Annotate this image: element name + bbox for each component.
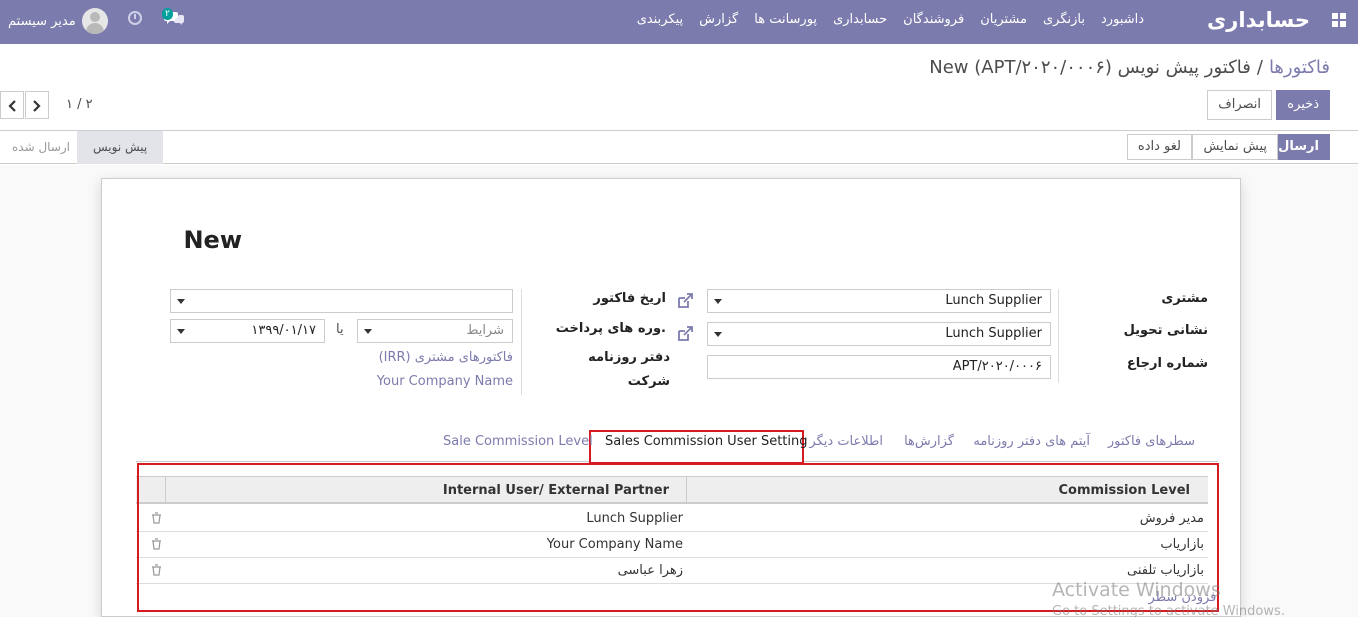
breadcrumb-separator: / bbox=[1256, 57, 1263, 78]
dropdown-caret-icon[interactable] bbox=[364, 329, 372, 334]
menu-item-reporting[interactable]: گزارش bbox=[691, 12, 746, 27]
tab-other-info[interactable]: اطلاعات دیگر bbox=[809, 434, 883, 449]
reference-value: APT/۲۰۲۰/۰۰۰۶ bbox=[952, 359, 1042, 374]
breadcrumb-current: فاکتور پیش نویس (APT/۲۰۲۰/۰۰۰۶) New bbox=[929, 57, 1251, 78]
tab-journal-items[interactable]: آیتم های دفتر روزنامه bbox=[973, 434, 1090, 449]
delivery-address-value: Lunch Supplier bbox=[945, 326, 1042, 341]
reference-field[interactable]: APT/۲۰۲۰/۰۰۰۶ bbox=[707, 355, 1051, 379]
menu-item-review[interactable]: بازنگری bbox=[1035, 12, 1093, 27]
top-navbar: حسابداری داشبورد بازنگری مشتریان فروشندگ… bbox=[0, 0, 1358, 44]
status-draft[interactable]: پیش نویس bbox=[77, 131, 164, 164]
app-brand[interactable]: حسابداری bbox=[1207, 8, 1310, 32]
control-panel: فاکتورها /فاکتور پیش نویس (APT/۲۰۲۰/۰۰۰۶)… bbox=[0, 45, 1358, 131]
menu-item-commissions[interactable]: پورسانت ها bbox=[746, 12, 825, 27]
customer-value: Lunch Supplier bbox=[945, 293, 1042, 308]
dropdown-caret-icon[interactable] bbox=[714, 332, 722, 337]
user-avatar[interactable] bbox=[81, 8, 108, 34]
payment-terms-placeholder: شرایط bbox=[466, 323, 504, 338]
user-menu[interactable]: مدیر سیستم bbox=[8, 8, 108, 34]
pager-next-button[interactable] bbox=[25, 91, 49, 119]
due-date-field[interactable]: ۱۳۹۹/۰۱/۱۷ bbox=[170, 319, 325, 343]
journal-value[interactable]: فاکتورهای مشتری (IRR) bbox=[379, 350, 513, 365]
menu-item-accounting[interactable]: حسابداری bbox=[825, 12, 895, 27]
chat-badge: ۲ bbox=[162, 8, 173, 20]
invoice-date-label: اریخ فاکتور bbox=[593, 291, 666, 306]
journal-label: دفتر روزنامه bbox=[588, 350, 670, 365]
payment-terms-label: .وره های پرداخت bbox=[555, 321, 666, 336]
tab-invoice-lines[interactable]: سطرهای فاکتور bbox=[1108, 434, 1195, 449]
reference-label: شماره ارجاع bbox=[1126, 356, 1208, 371]
payment-terms-field[interactable]: شرایط bbox=[357, 319, 513, 343]
company-label: شرکت bbox=[627, 374, 670, 389]
external-link-icon[interactable] bbox=[676, 292, 694, 310]
menu-item-customers[interactable]: مشتریان bbox=[972, 12, 1035, 27]
cancel-button[interactable]: لغو داده bbox=[1126, 134, 1192, 160]
tab-sales-commission-user-setting[interactable]: Sales Commission User Setting bbox=[605, 434, 808, 449]
save-button[interactable]: ذخیره bbox=[1276, 90, 1330, 120]
customer-field[interactable]: Lunch Supplier bbox=[707, 289, 1051, 313]
delivery-address-label: نشانی تحویل bbox=[1123, 323, 1208, 338]
chat-icon[interactable]: ۲ bbox=[162, 8, 184, 30]
chevron-left-icon bbox=[8, 100, 16, 112]
external-link-icon[interactable] bbox=[676, 325, 694, 343]
company-value[interactable]: Your Company Name bbox=[377, 374, 513, 389]
record-title: New bbox=[183, 226, 242, 254]
windows-activation-watermark: Activate Windows bbox=[1052, 579, 1221, 601]
windows-activation-hint: Go to Settings to activate Windows. bbox=[1052, 604, 1285, 617]
status-sent[interactable]: ارسال شده bbox=[12, 131, 70, 164]
pager-value: ۱ / ۲ bbox=[66, 97, 93, 112]
dropdown-caret-icon[interactable] bbox=[714, 299, 722, 304]
invoice-date-field[interactable] bbox=[170, 289, 513, 313]
due-date-value: ۱۳۹۹/۰۱/۱۷ bbox=[251, 323, 316, 338]
menu-item-vendors[interactable]: فروشندگان bbox=[895, 12, 972, 27]
or-label: یا bbox=[336, 322, 344, 337]
discard-button[interactable]: انصراف bbox=[1207, 90, 1272, 120]
pager-previous-button[interactable] bbox=[0, 91, 24, 119]
group-divider bbox=[521, 289, 522, 395]
preview-button[interactable]: پیش نمایش bbox=[1192, 134, 1278, 160]
dropdown-caret-icon[interactable] bbox=[177, 299, 185, 304]
user-name[interactable]: مدیر سیستم bbox=[8, 14, 76, 29]
tab-sale-commission-level[interactable]: Sale Commission Level bbox=[443, 434, 593, 449]
menu-item-dashboard[interactable]: داشبورد bbox=[1093, 12, 1152, 27]
breadcrumb: فاکتورها /فاکتور پیش نویس (APT/۲۰۲۰/۰۰۰۶)… bbox=[929, 57, 1330, 78]
customer-label: مشتری bbox=[1161, 291, 1208, 306]
tab-reports[interactable]: گزارش‌ها bbox=[904, 434, 954, 449]
group-divider bbox=[1058, 289, 1059, 383]
statusbar: ارسال پیش نمایش لغو داده پیش نویس ارسال … bbox=[0, 131, 1358, 164]
chevron-right-icon bbox=[33, 100, 41, 112]
delivery-address-field[interactable]: Lunch Supplier bbox=[707, 322, 1051, 346]
activity-clock-icon[interactable] bbox=[128, 11, 142, 25]
breadcrumb-parent[interactable]: فاکتورها bbox=[1269, 57, 1330, 78]
main-menu: داشبورد بازنگری مشتریان فروشندگان حسابدا… bbox=[629, 12, 1152, 27]
menu-item-configuration[interactable]: پیکربندی bbox=[629, 12, 691, 27]
apps-menu-icon[interactable] bbox=[1332, 13, 1346, 27]
dropdown-caret-icon[interactable] bbox=[177, 329, 185, 334]
